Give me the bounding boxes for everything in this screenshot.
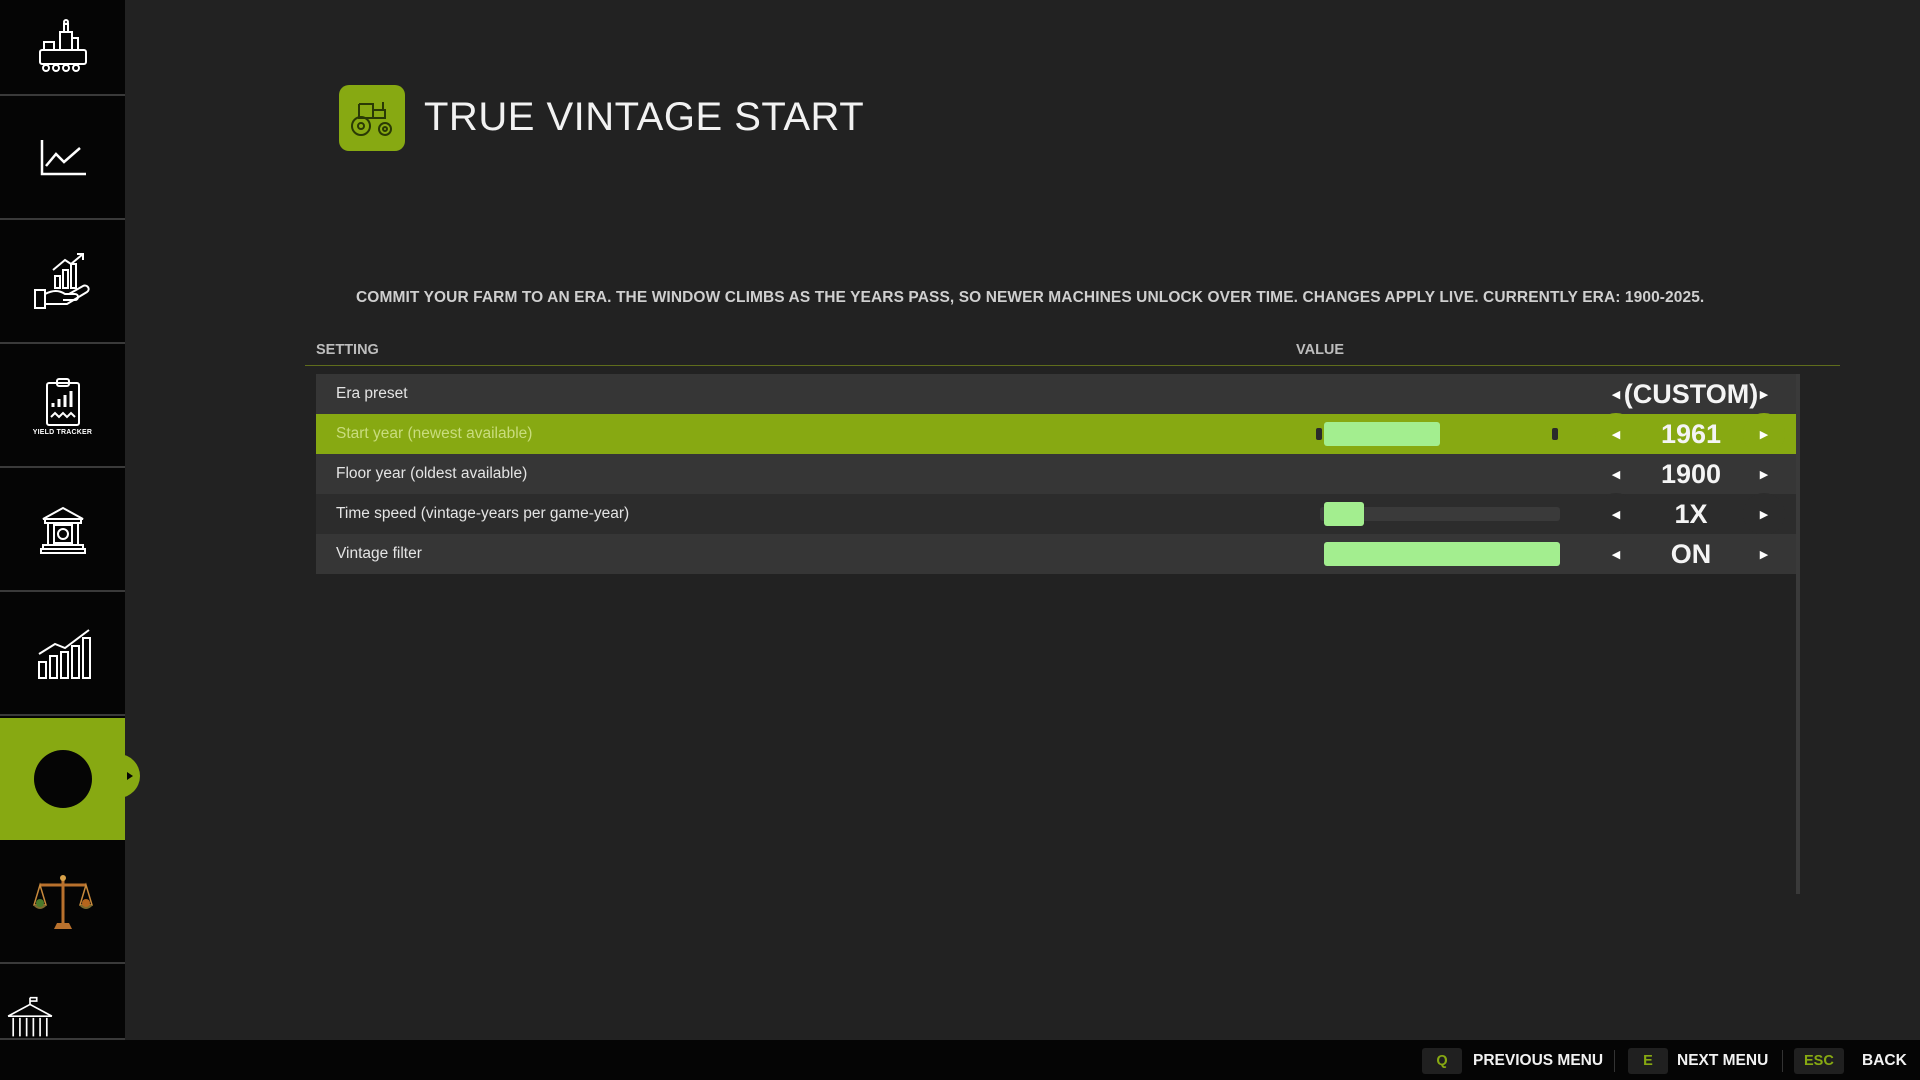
row-label: Floor year (oldest available) [336, 465, 528, 482]
increase-arrow-icon[interactable]: ▶ [1743, 413, 1785, 455]
column-header-setting: SETTING [316, 342, 379, 358]
statistics-icon [37, 629, 91, 679]
yield-tracker-icon [45, 377, 80, 426]
increase-arrow-icon[interactable]: ▶ [1743, 453, 1785, 495]
increase-arrow-icon[interactable]: ▶ [1743, 533, 1785, 575]
header-icon-badge [339, 85, 405, 151]
table-row-time-speed[interactable]: Time speed (vintage-years per game-year)… [316, 493, 1796, 535]
next-menu-button[interactable]: NEXT MENU [1677, 1052, 1768, 1070]
increase-arrow-icon[interactable]: ▶ [1743, 373, 1785, 415]
footer-divider [1614, 1050, 1615, 1072]
tractor-icon [351, 102, 392, 136]
sidebar-item-statistics[interactable] [0, 594, 125, 716]
sidebar-item-true-vintage-start[interactable] [0, 718, 125, 840]
slider-fill [1324, 542, 1560, 566]
back-button[interactable]: BACK [1862, 1052, 1907, 1070]
table-row-vintage-filter[interactable]: Vintage filter ◀ ON ▶ [316, 534, 1796, 574]
row-label: Start year (newest available) [336, 425, 533, 442]
page-title: TRUE VINTAGE START [424, 95, 865, 139]
column-header-value: VALUE [1296, 342, 1345, 358]
slider-track[interactable] [1320, 502, 1560, 526]
slider-fill [1324, 502, 1364, 526]
slider-track[interactable] [1320, 542, 1560, 566]
sidebar-item-caption: YIELD TRACKER [32, 428, 93, 436]
previous-menu-key[interactable]: Q [1422, 1048, 1462, 1074]
sidebar-item-finances[interactable] [0, 222, 125, 344]
scrollbar[interactable] [1796, 374, 1800, 894]
sidebar-item-production[interactable] [0, 0, 125, 96]
next-menu-key[interactable]: E [1628, 1048, 1668, 1074]
increase-arrow-icon[interactable]: ▶ [1743, 493, 1785, 535]
active-tab-indicator [118, 754, 140, 798]
footer-bar: Q PREVIOUS MENU E NEXT MENU ESC BACK [0, 1040, 1920, 1080]
sidebar-item-government[interactable] [0, 966, 125, 1040]
table-row-floor-year[interactable]: Floor year (oldest available) ◀ 1900 ▶ [316, 454, 1796, 494]
prices-icon [40, 140, 86, 176]
slider-cap-left [1316, 428, 1322, 440]
footer-divider [1782, 1050, 1783, 1072]
sidebar-item-bank[interactable] [0, 470, 125, 592]
sidebar: YIELD TRACKER [0, 0, 125, 1040]
sidebar-item-prices[interactable] [0, 98, 125, 220]
sidebar-item-scales[interactable] [0, 842, 125, 964]
finances-icon [33, 253, 90, 309]
table-row-era-preset[interactable]: Era preset ◀ (CUSTOM) ▶ [316, 374, 1796, 414]
description-text: COMMIT YOUR FARM TO AN ERA. THE WINDOW C… [356, 289, 1705, 306]
slider-fill [1324, 422, 1440, 446]
true-vintage-start-icon [33, 750, 92, 808]
previous-menu-button[interactable]: PREVIOUS MENU [1473, 1052, 1603, 1070]
scales-icon [32, 875, 93, 929]
sidebar-item-yield-tracker[interactable]: YIELD TRACKER [0, 346, 125, 468]
slider-track[interactable] [1316, 422, 1560, 446]
table-row-start-year[interactable]: Start year (newest available) ◀ 1961 ▶ [316, 413, 1796, 455]
row-label: Era preset [336, 385, 408, 402]
back-key[interactable]: ESC [1794, 1048, 1844, 1074]
slider-cap-right [1552, 428, 1558, 440]
row-label: Vintage filter [336, 545, 422, 562]
settings-table: Era preset ◀ (CUSTOM) ▶ Start year (newe… [316, 374, 1796, 574]
row-label: Time speed (vintage-years per game-year) [336, 505, 630, 522]
header-divider [305, 365, 1840, 366]
bank-icon [39, 506, 86, 554]
production-icon [38, 19, 87, 72]
government-building-icon [7, 996, 53, 1037]
